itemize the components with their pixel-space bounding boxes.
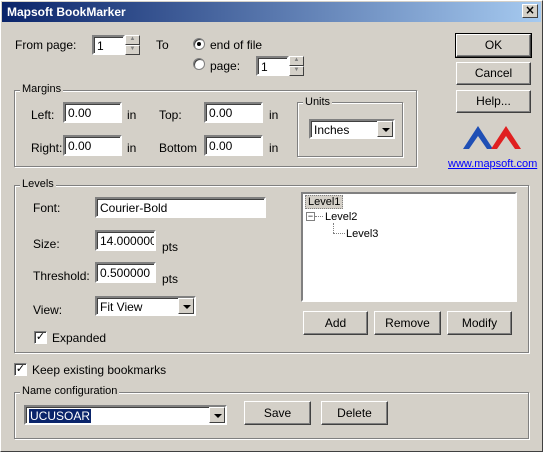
keep-existing-checkbox[interactable]: ✓ (14, 363, 27, 376)
margins-group-title: Margins (20, 83, 64, 95)
right-margin-label: Right: (31, 141, 63, 155)
size-input[interactable]: 14.000000 (95, 230, 156, 251)
from-page-input[interactable]: 1 (92, 35, 125, 55)
units-dropdown[interactable]: Inches (309, 119, 395, 139)
title-bar[interactable]: Mapsoft BookMarker × (2, 2, 541, 22)
right-margin-unit: in (127, 141, 137, 155)
left-margin-input[interactable]: 0.00 (63, 102, 122, 123)
top-margin-input[interactable]: 0.00 (204, 102, 263, 123)
chevron-down-icon[interactable] (377, 121, 393, 137)
levels-group-title: Levels (20, 178, 56, 190)
tree-connector (315, 216, 323, 217)
keep-existing-label: Keep existing bookmarks (32, 363, 167, 377)
mapsoft-logo-icon (463, 126, 521, 149)
tree-connector (333, 233, 345, 234)
view-dropdown-value: Fit View (100, 300, 143, 314)
page-radio[interactable] (193, 58, 205, 70)
save-config-button[interactable]: Save (244, 401, 311, 425)
window-title: Mapsoft BookMarker (7, 5, 126, 19)
name-config-dropdown[interactable]: UCUSOAR (24, 405, 227, 425)
ok-button[interactable]: OK (455, 33, 532, 58)
right-margin-input[interactable]: 0.00 (63, 135, 122, 156)
units-group-title: Units (303, 96, 333, 108)
tree-connector (333, 223, 334, 233)
chevron-down-icon[interactable] (178, 298, 194, 314)
chevron-down-icon[interactable] (209, 407, 225, 423)
tree-item-level3[interactable]: Level3 (346, 228, 378, 240)
collapse-icon[interactable]: − (306, 212, 315, 221)
bookmarker-dialog: Mapsoft BookMarker × From page: 1 ▲ ▼ To … (0, 0, 543, 452)
spin-down-icon[interactable]: ▼ (125, 45, 140, 55)
threshold-input[interactable]: 0.500000 (95, 262, 156, 283)
from-page-label: From page: (15, 38, 77, 52)
bottom-margin-unit: in (269, 141, 279, 155)
from-page-spinner[interactable]: ▲ ▼ (125, 35, 140, 55)
font-label: Font: (33, 201, 61, 215)
modify-level-button[interactable]: Modify (447, 311, 512, 335)
help-button[interactable]: Help... (456, 90, 531, 113)
end-of-file-radio[interactable] (193, 38, 205, 50)
view-label: View: (33, 303, 63, 317)
name-config-group-title: Name configuration (20, 385, 120, 397)
view-dropdown[interactable]: Fit View (95, 296, 196, 316)
expanded-checkbox[interactable]: ✓ (34, 331, 47, 344)
font-input[interactable]: Courier-Bold (95, 197, 266, 218)
to-page-spinner[interactable]: ▲ ▼ (289, 56, 304, 76)
top-margin-unit: in (269, 108, 279, 122)
spin-down-icon[interactable]: ▼ (289, 66, 304, 76)
tree-item-level1[interactable]: Level1 (305, 195, 344, 209)
threshold-unit: pts (162, 272, 179, 286)
delete-config-button[interactable]: Delete (321, 401, 388, 425)
bottom-margin-label: Bottom (159, 141, 198, 155)
bottom-margin-input[interactable]: 0.00 (204, 135, 263, 156)
page-radio-label: page: (210, 59, 241, 73)
top-margin-label: Top: (159, 108, 182, 122)
end-of-file-label: end of file (210, 38, 263, 52)
remove-level-button[interactable]: Remove (374, 311, 441, 335)
spin-up-icon[interactable]: ▲ (125, 35, 140, 45)
mapsoft-website-link[interactable]: www.mapsoft.com (448, 158, 537, 170)
spin-up-icon[interactable]: ▲ (289, 56, 304, 66)
units-dropdown-value: Inches (314, 123, 350, 137)
levels-tree[interactable]: Level1 − Level2 Level3 (301, 192, 517, 302)
close-icon[interactable]: × (522, 4, 538, 18)
size-unit: pts (162, 240, 179, 254)
add-level-button[interactable]: Add (303, 311, 368, 335)
name-config-value: UCUSOAR (29, 409, 92, 423)
tree-item-level2[interactable]: Level2 (325, 211, 357, 223)
to-page-input[interactable]: 1 (256, 56, 289, 76)
to-label: To (156, 38, 169, 52)
threshold-label: Threshold: (33, 269, 90, 283)
left-margin-unit: in (127, 108, 137, 122)
left-margin-label: Left: (31, 108, 55, 122)
expanded-label: Expanded (52, 331, 107, 345)
cancel-button[interactable]: Cancel (456, 62, 531, 85)
size-label: Size: (33, 237, 60, 251)
